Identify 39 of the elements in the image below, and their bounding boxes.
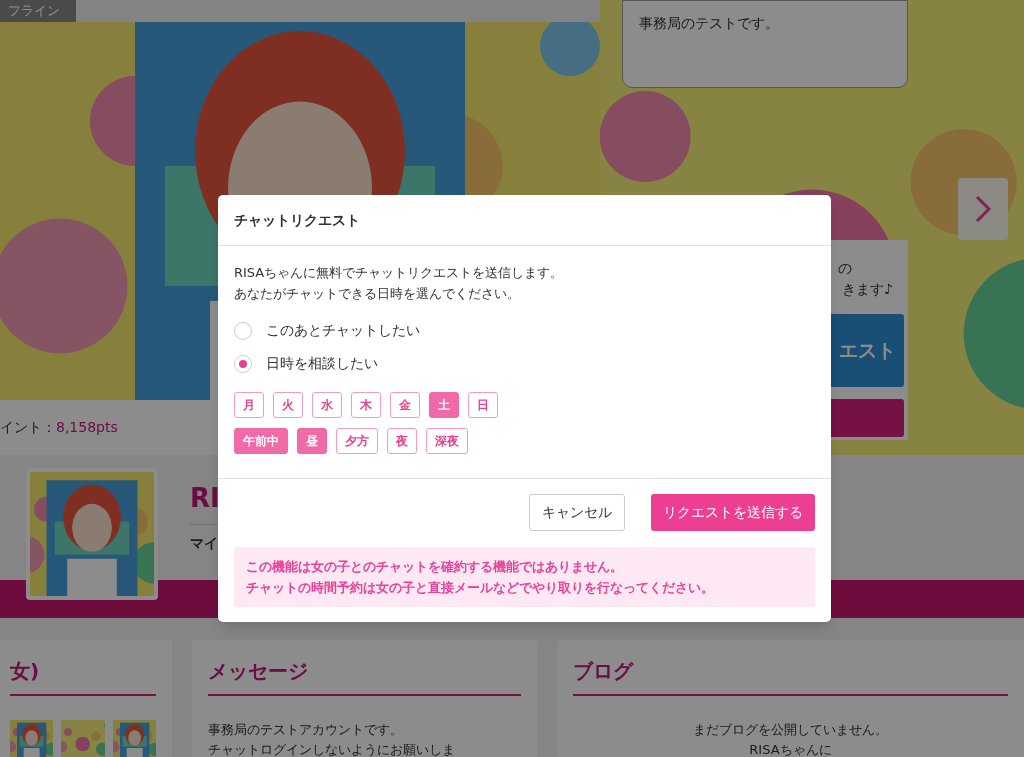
choice-chip[interactable]: 金 [390,392,420,418]
choice-chip[interactable]: 昼 [297,428,327,454]
status-tag: フライン [0,0,76,22]
side-card-text: の [837,259,852,278]
choice-chip[interactable]: 水 [312,392,342,418]
card-title: メッセージ [208,659,308,683]
speech-bubble: 事務局のテストです。 [622,0,908,88]
card-text: RISAちゃんに [749,741,832,757]
dialog-title: チャットリクエスト [234,210,360,230]
choice-chip[interactable]: 月 [234,392,264,418]
choice-chip[interactable]: 日 [468,392,498,418]
choice-chip[interactable]: 午前中 [234,428,288,454]
card-title: ブログ [572,659,633,683]
chevron-right-icon [975,195,991,223]
radio-button[interactable] [234,354,252,373]
points-text: イント：8,158pts [0,418,118,437]
profile-name: RI [190,482,220,515]
choice-chip[interactable]: 土 [429,392,459,418]
choice-chip[interactable]: 木 [351,392,381,418]
card-title: 女) [10,659,40,683]
choice-chip[interactable]: 夜 [387,428,417,454]
card-text: チャットログインしないようにお願いしま [208,741,456,757]
cancel-button[interactable]: キャンセル [529,494,625,531]
card-text: まだブログを公開していません。 [692,721,888,739]
submit-button[interactable]: リクエストを送信する [651,494,815,531]
radio-option[interactable]: 日時を相談したい [234,353,815,374]
dialog-intro: RISAちゃんに無料でチャットリクエストを送信します。 [234,264,565,282]
dialog-intro: あなたがチャットできる日時を選んでください。 [234,285,521,303]
notice-text: チャットの時間予約は女の子と直接メールなどでやり取りを行なってください。 [246,579,715,597]
notice-text: この機能は女の子とのチャットを確約する機能ではありません。 [246,558,624,576]
radio-button[interactable] [234,321,252,340]
side-card-text: きます♪ [841,280,893,299]
next-button[interactable] [958,178,1008,240]
profile-subtitle: マイ [190,534,219,553]
radio-option[interactable]: このあとチャットしたい [234,320,815,341]
choice-chip[interactable]: 深夜 [426,428,468,454]
card-text: 事務局のテストアカウントです。 [208,721,404,739]
choice-chip[interactable]: 火 [273,392,303,418]
choice-chip[interactable]: 夕方 [336,428,378,454]
